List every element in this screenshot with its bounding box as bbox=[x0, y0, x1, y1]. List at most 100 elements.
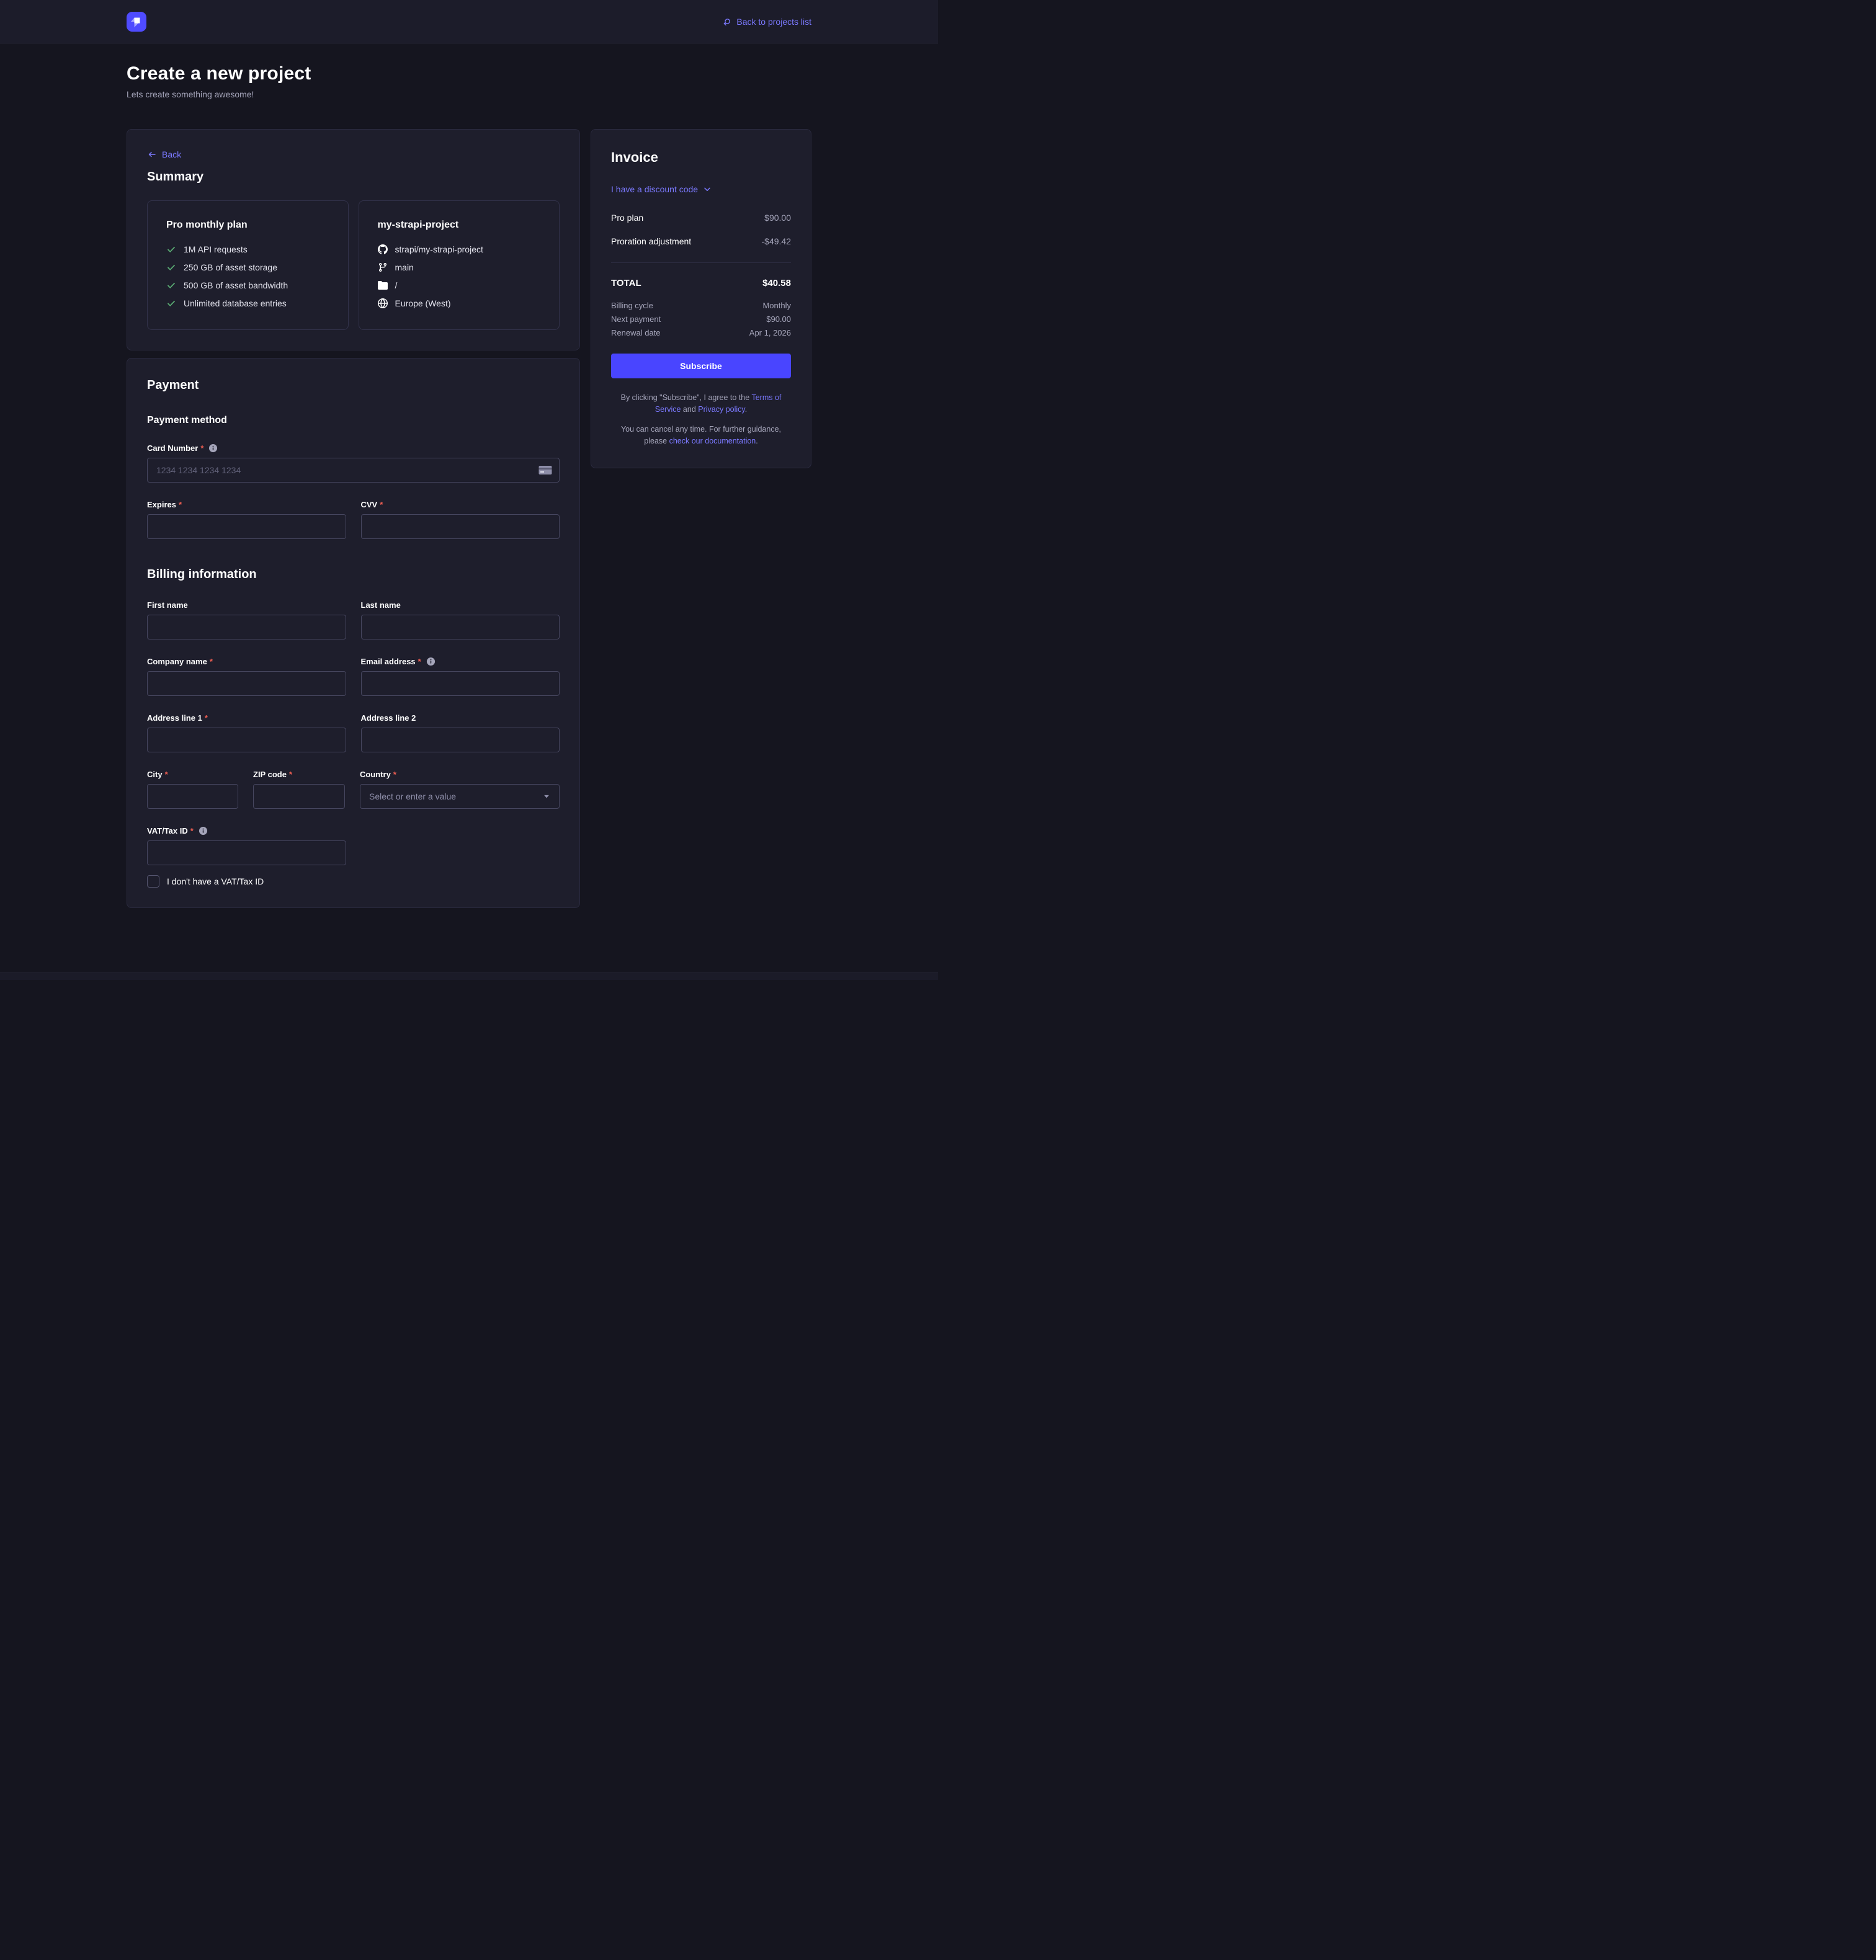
city-input[interactable] bbox=[147, 784, 238, 809]
renewal-date-value: Apr 1, 2026 bbox=[749, 328, 791, 337]
left-arrow-icon bbox=[147, 149, 157, 159]
address1-field: Address line 1* bbox=[147, 713, 346, 752]
plan-feature-label: Unlimited database entries bbox=[184, 298, 287, 308]
page-title: Create a new project bbox=[127, 63, 811, 84]
info-icon[interactable] bbox=[208, 443, 218, 453]
next-payment-value: $90.00 bbox=[766, 314, 791, 324]
required-asterisk: * bbox=[205, 713, 208, 723]
credit-card-icon bbox=[538, 465, 552, 475]
discount-code-toggle[interactable]: I have a discount code bbox=[611, 184, 712, 194]
card-number-input[interactable] bbox=[147, 458, 560, 483]
zip-label: ZIP code bbox=[253, 770, 287, 779]
vat-input[interactable] bbox=[147, 840, 346, 865]
discount-code-label: I have a discount code bbox=[611, 184, 698, 194]
project-repo-label: strapi/my-strapi-project bbox=[395, 244, 483, 254]
cvv-label-text: CVV bbox=[361, 500, 378, 509]
vat-checkbox[interactable] bbox=[147, 875, 159, 888]
email-field: Email address* bbox=[361, 657, 560, 696]
last-name-input[interactable] bbox=[361, 615, 560, 639]
billing-title: Billing information bbox=[147, 568, 560, 582]
expires-input[interactable] bbox=[147, 514, 346, 539]
billing-cycle-label: Billing cycle bbox=[611, 301, 653, 310]
legal-text-part: By clicking "Subscribe", I agree to the bbox=[621, 393, 752, 402]
info-icon[interactable] bbox=[199, 826, 208, 835]
info-icon[interactable] bbox=[426, 657, 436, 666]
company-field: Company name* bbox=[147, 657, 346, 696]
vat-checkbox-row[interactable]: I don't have a VAT/Tax ID bbox=[147, 875, 560, 888]
globe-icon bbox=[378, 298, 388, 308]
required-asterisk: * bbox=[210, 657, 213, 666]
legal-text-part: and bbox=[681, 405, 698, 414]
check-icon bbox=[166, 244, 176, 254]
plan-feature: Unlimited database entries bbox=[166, 298, 329, 308]
project-region: Europe (West) bbox=[378, 298, 541, 308]
invoice-line-label: Pro plan bbox=[611, 213, 643, 223]
cvv-input[interactable] bbox=[361, 514, 560, 539]
required-asterisk: * bbox=[393, 770, 396, 779]
first-name-field: First name bbox=[147, 600, 346, 639]
country-select-placeholder: Select or enter a value bbox=[369, 791, 456, 801]
legal-text-part: . bbox=[745, 405, 747, 414]
project-region-label: Europe (West) bbox=[395, 298, 451, 308]
last-name-label: Last name bbox=[361, 600, 401, 610]
email-input[interactable] bbox=[361, 671, 560, 696]
invoice-title: Invoice bbox=[611, 149, 791, 166]
required-asterisk: * bbox=[165, 770, 168, 779]
legal-terms-text: By clicking "Subscribe", I agree to the … bbox=[611, 392, 791, 416]
required-asterisk: * bbox=[418, 657, 421, 666]
invoice-line-label: Proration adjustment bbox=[611, 236, 691, 246]
documentation-link[interactable]: check our documentation bbox=[669, 437, 756, 445]
required-asterisk: * bbox=[200, 443, 203, 453]
back-link[interactable]: Back bbox=[147, 149, 181, 159]
invoice-panel: Invoice I have a discount code Pro plan … bbox=[591, 129, 811, 468]
plan-card: Pro monthly plan 1M API requests 250 GB … bbox=[147, 200, 349, 330]
plan-feature: 250 GB of asset storage bbox=[166, 262, 329, 272]
plan-feature: 500 GB of asset bandwidth bbox=[166, 280, 329, 290]
address2-field: Address line 2 bbox=[361, 713, 560, 752]
back-to-projects-link[interactable]: Back to projects list bbox=[721, 17, 811, 27]
next-payment-row: Next payment $90.00 bbox=[611, 314, 791, 324]
plan-title: Pro monthly plan bbox=[166, 220, 329, 231]
required-asterisk: * bbox=[289, 770, 292, 779]
invoice-divider bbox=[611, 262, 791, 263]
project-repo: strapi/my-strapi-project bbox=[378, 244, 541, 254]
vat-checkbox-label: I don't have a VAT/Tax ID bbox=[167, 876, 264, 886]
required-asterisk: * bbox=[179, 500, 182, 509]
payment-title: Payment bbox=[147, 378, 560, 393]
next-payment-label: Next payment bbox=[611, 314, 661, 324]
summary-card: Back Summary Pro monthly plan 1M API req… bbox=[127, 129, 580, 350]
billing-cycle-row: Billing cycle Monthly bbox=[611, 301, 791, 310]
payment-card: Payment Payment method Card Number* bbox=[127, 358, 580, 908]
address2-input[interactable] bbox=[361, 728, 560, 752]
address2-label: Address line 2 bbox=[361, 713, 416, 723]
check-icon bbox=[166, 280, 176, 290]
return-arrow-icon bbox=[721, 17, 731, 27]
address1-input[interactable] bbox=[147, 728, 346, 752]
expires-label: Expires* bbox=[147, 500, 346, 509]
subscribe-button[interactable]: Subscribe bbox=[611, 354, 791, 378]
vat-field: VAT/Tax ID* bbox=[147, 826, 346, 865]
vat-label: VAT/Tax ID bbox=[147, 826, 188, 835]
folder-icon bbox=[378, 280, 388, 290]
github-icon bbox=[378, 244, 388, 254]
back-link-label: Back bbox=[162, 149, 181, 159]
check-icon bbox=[166, 298, 176, 308]
legal-cancel-text: You can cancel any time. For further gui… bbox=[611, 424, 791, 448]
back-to-projects-label: Back to projects list bbox=[736, 17, 811, 27]
zip-input[interactable] bbox=[253, 784, 345, 809]
country-select[interactable]: Select or enter a value bbox=[360, 784, 560, 809]
required-asterisk: * bbox=[380, 500, 383, 509]
invoice-total-value: $40.58 bbox=[762, 278, 791, 288]
company-input[interactable] bbox=[147, 671, 346, 696]
git-branch-icon bbox=[378, 262, 388, 272]
payment-method-title: Payment method bbox=[147, 415, 560, 426]
privacy-policy-link[interactable]: Privacy policy bbox=[698, 405, 744, 414]
strapi-logo-icon[interactable] bbox=[127, 12, 146, 32]
plan-feature-label: 1M API requests bbox=[184, 244, 248, 254]
address1-label: Address line 1 bbox=[147, 713, 202, 723]
first-name-input[interactable] bbox=[147, 615, 346, 639]
country-field: Country* Select or enter a value bbox=[360, 770, 560, 809]
cvv-label: CVV* bbox=[361, 500, 560, 509]
company-label: Company name bbox=[147, 657, 207, 666]
renewal-date-label: Renewal date bbox=[611, 328, 661, 337]
